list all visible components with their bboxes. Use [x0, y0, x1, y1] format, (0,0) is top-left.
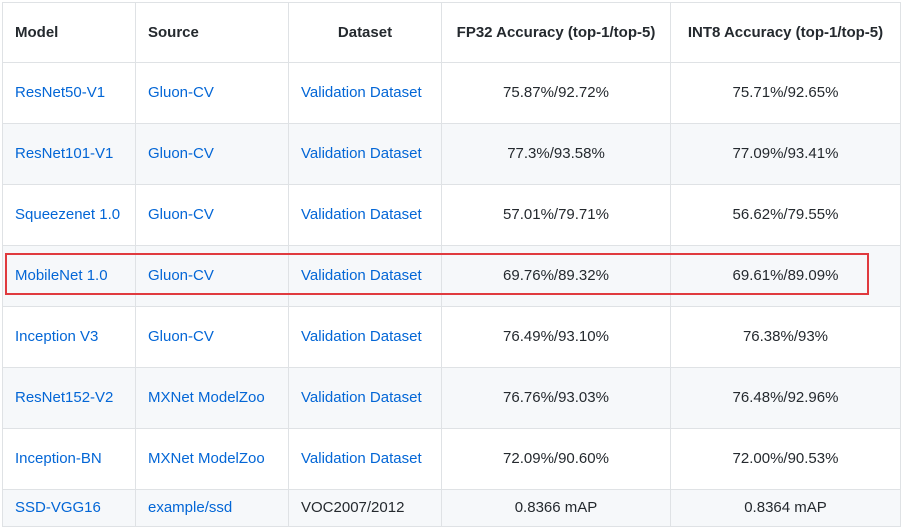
model-link[interactable]: ResNet152-V2 [15, 389, 113, 406]
table-row: Inception-BN MXNet ModelZoo Validation D… [2, 428, 901, 490]
fp32-accuracy-cell: 76.76%/93.03% [441, 367, 671, 429]
source-link[interactable]: Gluon-CV [148, 145, 214, 162]
int8-accuracy-cell: 77.09%/93.41% [670, 123, 901, 185]
source-link[interactable]: Gluon-CV [148, 206, 214, 223]
fp32-accuracy-cell: 76.49%/93.10% [441, 306, 671, 368]
table-row: ResNet50-V1 Gluon-CV Validation Dataset … [2, 62, 901, 124]
dataset-link[interactable]: Validation Dataset [301, 145, 422, 162]
int8-accuracy-cell: 69.61%/89.09% [670, 245, 901, 307]
source-link[interactable]: MXNet ModelZoo [148, 450, 265, 467]
table-row: SSD-VGG16 example/ssd VOC2007/2012 0.836… [2, 489, 901, 527]
int8-accuracy-cell: 56.62%/79.55% [670, 184, 901, 246]
table-row-highlighted: MobileNet 1.0 Gluon-CV Validation Datase… [2, 245, 901, 307]
fp32-accuracy-cell: 75.87%/92.72% [441, 62, 671, 124]
table-row: ResNet101-V1 Gluon-CV Validation Dataset… [2, 123, 901, 185]
dataset-link[interactable]: Validation Dataset [301, 206, 422, 223]
fp32-accuracy-cell: 72.09%/90.60% [441, 428, 671, 490]
table-row: Squeezenet 1.0 Gluon-CV Validation Datas… [2, 184, 901, 246]
model-link[interactable]: ResNet101-V1 [15, 145, 113, 162]
model-accuracy-table: Model Source Dataset FP32 Accuracy (top-… [2, 2, 901, 527]
table-row: Inception V3 Gluon-CV Validation Dataset… [2, 306, 901, 368]
source-link[interactable]: Gluon-CV [148, 328, 214, 345]
model-link[interactable]: MobileNet 1.0 [15, 267, 108, 284]
dataset-link[interactable]: Validation Dataset [301, 389, 422, 406]
header-model: Model [2, 2, 136, 63]
header-source: Source [135, 2, 289, 63]
int8-accuracy-cell: 76.48%/92.96% [670, 367, 901, 429]
fp32-accuracy-cell: 57.01%/79.71% [441, 184, 671, 246]
int8-accuracy-cell: 75.71%/92.65% [670, 62, 901, 124]
table-header-row: Model Source Dataset FP32 Accuracy (top-… [2, 2, 901, 63]
header-dataset: Dataset [288, 2, 442, 63]
int8-accuracy-cell: 72.00%/90.53% [670, 428, 901, 490]
source-link[interactable]: Gluon-CV [148, 267, 214, 284]
dataset-link[interactable]: Validation Dataset [301, 267, 422, 284]
table-row: ResNet152-V2 MXNet ModelZoo Validation D… [2, 367, 901, 429]
source-link[interactable]: Gluon-CV [148, 84, 214, 101]
model-link[interactable]: Inception V3 [15, 328, 98, 345]
dataset-link[interactable]: Validation Dataset [301, 328, 422, 345]
source-link[interactable]: MXNet ModelZoo [148, 389, 265, 406]
int8-accuracy-cell: 76.38%/93% [670, 306, 901, 368]
dataset-link[interactable]: Validation Dataset [301, 450, 422, 467]
model-link[interactable]: Inception-BN [15, 450, 102, 467]
dataset-link[interactable]: Validation Dataset [301, 84, 422, 101]
fp32-accuracy-cell: 77.3%/93.58% [441, 123, 671, 185]
model-link[interactable]: ResNet50-V1 [15, 84, 105, 101]
fp32-accuracy-cell: 69.76%/89.32% [441, 245, 671, 307]
source-link[interactable]: example/ssd [148, 499, 232, 516]
int8-accuracy-cell: 0.8364 mAP [670, 489, 901, 527]
dataset-text: VOC2007/2012 [288, 489, 442, 527]
model-link[interactable]: Squeezenet 1.0 [15, 206, 120, 223]
fp32-accuracy-cell: 0.8366 mAP [441, 489, 671, 527]
model-link[interactable]: SSD-VGG16 [15, 499, 101, 516]
header-fp32-accuracy: FP32 Accuracy (top-1/top-5) [441, 2, 671, 63]
header-int8-accuracy: INT8 Accuracy (top-1/top-5) [670, 2, 901, 63]
